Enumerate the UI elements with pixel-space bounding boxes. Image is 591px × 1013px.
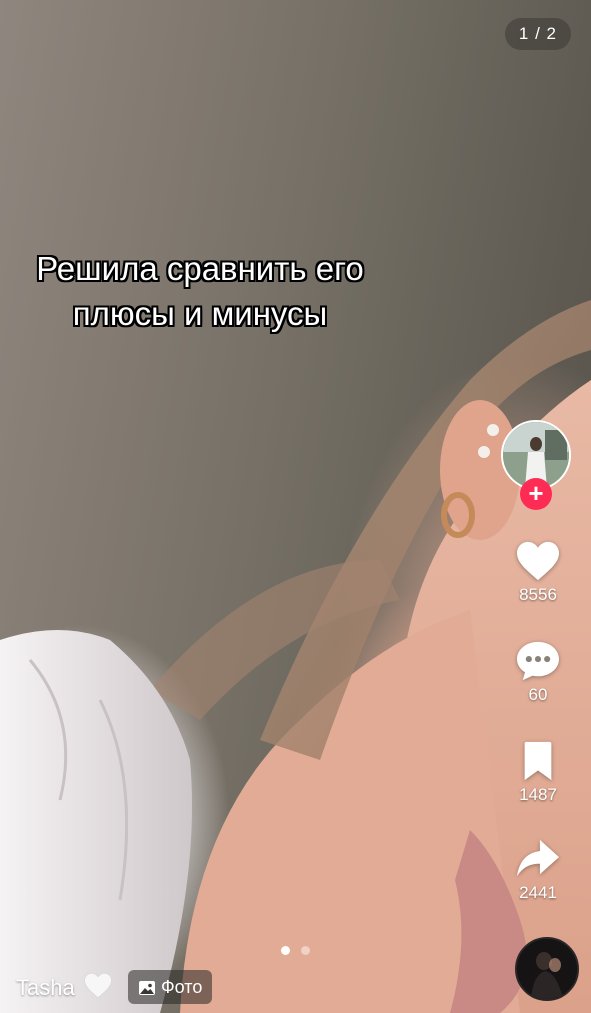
author-username: Tasha <box>16 975 75 1000</box>
comment-icon <box>517 641 559 681</box>
image-icon <box>139 981 155 995</box>
music-disc-button[interactable] <box>515 937 579 1001</box>
music-cover-image <box>517 939 577 999</box>
like-button[interactable]: 8556 <box>493 540 583 605</box>
caption-line-2: плюсы и минусы <box>72 295 328 332</box>
caption-line-1: Решила сравнить его <box>36 250 364 287</box>
carousel-indicator <box>281 942 317 955</box>
comment-count: 60 <box>528 685 548 704</box>
share-count: 2441 <box>519 883 557 902</box>
carousel-dot-active <box>281 946 290 955</box>
share-button[interactable]: 2441 <box>493 838 583 903</box>
photo-caption: Решила сравнить его плюсы и минусы <box>0 246 400 336</box>
photo-mode-badge[interactable]: Фото <box>128 970 213 1004</box>
heart-icon <box>517 541 559 581</box>
save-count: 1487 <box>519 785 557 804</box>
like-count: 8556 <box>519 585 557 604</box>
tiktok-photo-post[interactable]: 1 / 2 Решила сравнить его плюсы и минусы… <box>0 0 591 1013</box>
comment-button[interactable]: 60 <box>493 640 583 705</box>
plus-icon: + <box>528 478 544 508</box>
photo-counter: 1 / 2 <box>504 18 571 50</box>
follow-button[interactable]: + <box>520 478 552 510</box>
photo-mode-label: Фото <box>161 977 203 997</box>
author-username-link[interactable]: Tasha <box>16 972 113 1001</box>
author-avatar-group[interactable]: + <box>501 420 573 512</box>
bookmark-icon <box>524 741 552 781</box>
save-button[interactable]: 1487 <box>493 740 583 805</box>
share-icon <box>517 839 559 877</box>
white-heart-emoji-icon <box>83 972 112 999</box>
